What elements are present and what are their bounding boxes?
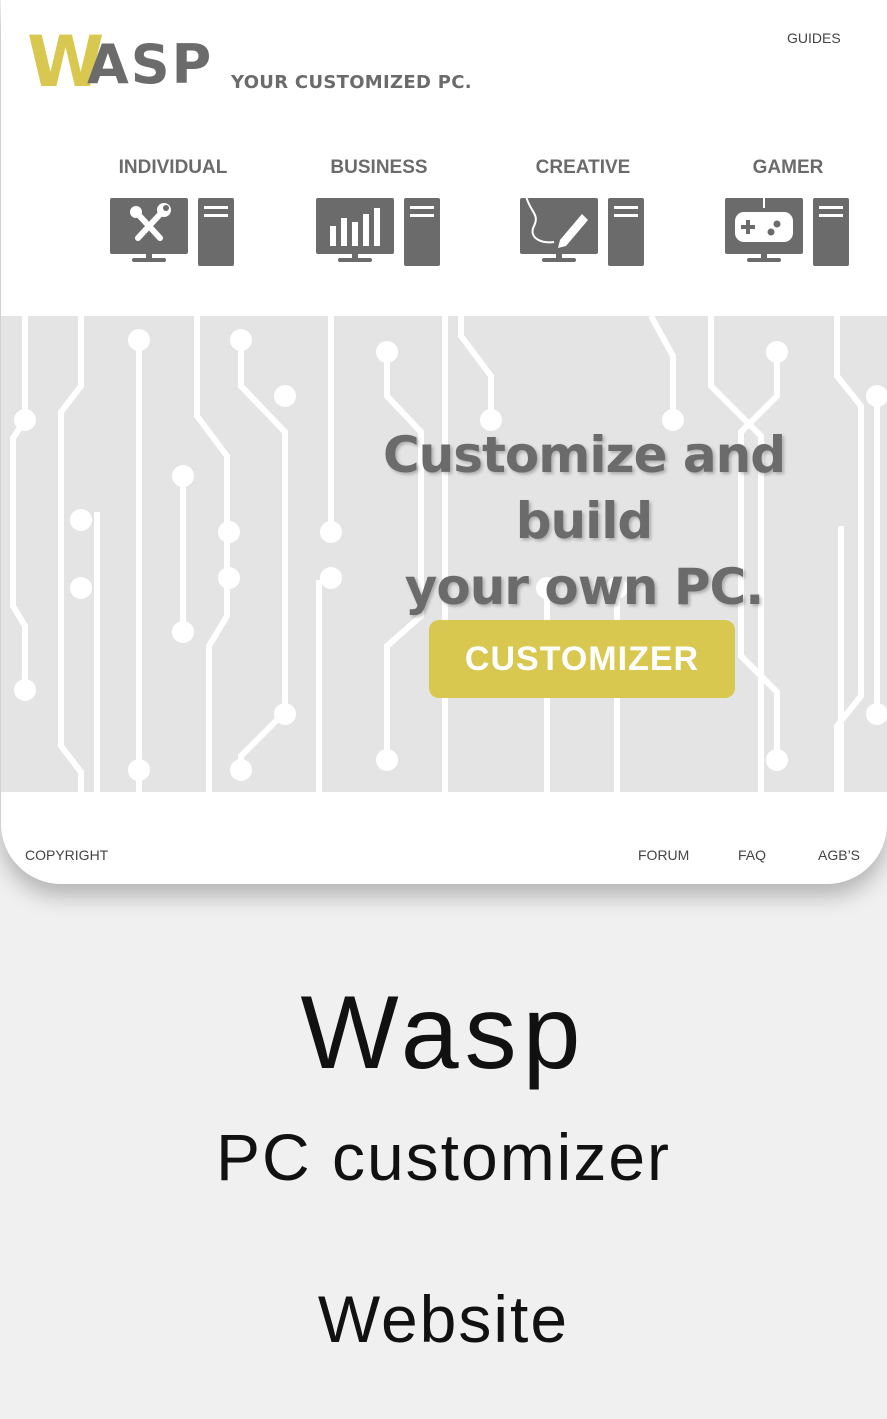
logo-text: ASP: [87, 33, 214, 96]
caption-type: Website: [317, 1282, 570, 1356]
footer-copyright: COPYRIGHT: [25, 847, 109, 863]
tools-computer-icon: [110, 198, 234, 266]
hero-title: Customize and build your own PC.: [316, 422, 852, 620]
category-label: BUSINESS: [330, 157, 428, 178]
chart-computer-icon: [316, 198, 440, 266]
nav-guides-link[interactable]: GUIDES: [787, 29, 841, 47]
category-business[interactable]: BUSINESS: [309, 156, 449, 266]
caption-title: Wasp: [300, 975, 587, 1091]
footer-forum-link[interactable]: FORUM: [638, 846, 689, 864]
customizer-button[interactable]: CUSTOMIZER: [429, 620, 735, 698]
caption-subtitle: PC customizer: [215, 1120, 672, 1194]
hero-banner: Customize and build your own PC. CUSTOMI…: [1, 316, 887, 792]
category-label: CREATIVE: [535, 157, 631, 178]
category-label: INDIVIDUAL: [118, 157, 228, 178]
category-gamer[interactable]: GAMER: [718, 156, 858, 266]
category-label: GAMER: [752, 157, 824, 178]
hero-title-line-2: your own PC.: [404, 558, 764, 616]
footer-faq-link[interactable]: FAQ: [738, 846, 766, 864]
main-page-card: W ASP YOUR CUSTOMIZED PC. GUIDES INDIVID…: [1, 0, 887, 884]
hero-title-line-1: Customize and build: [382, 426, 786, 550]
tagline: YOUR CUSTOMIZED PC.: [231, 72, 472, 93]
gamepad-computer-icon: [725, 195, 849, 266]
category-creative[interactable]: CREATIVE: [513, 156, 653, 266]
footer-agb-link[interactable]: AGB’S: [818, 846, 860, 864]
wasp-logo[interactable]: W ASP: [27, 27, 217, 97]
pen-computer-icon: [520, 195, 644, 266]
category-individual[interactable]: INDIVIDUAL: [103, 156, 243, 266]
